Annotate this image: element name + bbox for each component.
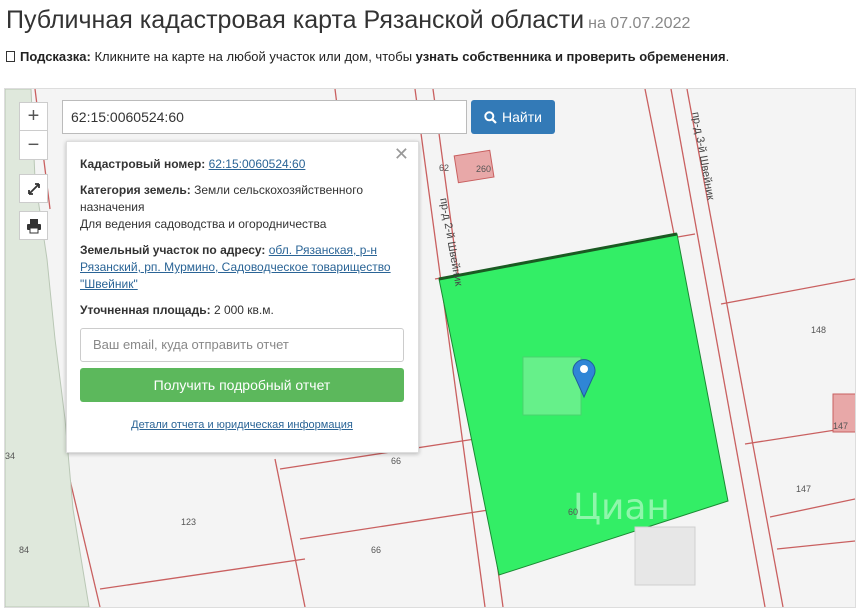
land-category-row: Категория земель: Земли сельскохозяйстве… [80, 183, 364, 231]
plot-number: 260 [476, 164, 492, 174]
email-input[interactable]: Ваш email, куда отправить отчет [80, 328, 404, 362]
address-row: Земельный участок по адресу: обл. Рязанс… [80, 243, 391, 291]
find-button[interactable]: Найти [471, 100, 555, 134]
expand-icon [27, 182, 40, 195]
search-icon [484, 110, 497, 124]
get-report-button[interactable]: Получить подробный отчет [80, 368, 404, 402]
cadastral-number-row: Кадастровый номер: 62:15:0060524:60 [80, 157, 306, 171]
plot-number: 123 [181, 517, 197, 527]
plot-number: 147 [833, 421, 849, 431]
printer-icon [26, 218, 41, 233]
plot-number: 84 [19, 545, 30, 555]
close-icon[interactable]: ✕ [394, 145, 409, 163]
report-details-link-row: Детали отчета и юридическая информация [80, 417, 404, 434]
fullscreen-button[interactable] [19, 174, 48, 203]
watermark-text: Циан [573, 487, 670, 528]
plot-number: 66 [391, 456, 402, 466]
find-button-label: Найти [502, 109, 542, 125]
cadastral-number-link[interactable]: 62:15:0060524:60 [209, 157, 306, 171]
plot-number: 66 [371, 545, 382, 555]
parcel-info-popup: ✕ Кадастровый номер: 62:15:0060524:60 Ка… [66, 141, 419, 453]
plot-number: 34 [5, 451, 16, 461]
zoom-in-button[interactable]: + [19, 102, 48, 131]
plot-number: 148 [811, 325, 827, 335]
report-details-link[interactable]: Детали отчета и юридическая информация [131, 419, 353, 431]
plot-number: 60 [568, 507, 579, 517]
zoom-out-button[interactable]: − [19, 131, 48, 160]
cadastral-map[interactable]: Циан 62 260 148 147 147 66 123 66 60 84 … [4, 88, 856, 608]
date-label: на 07.07.2022 [588, 15, 691, 32]
print-button[interactable] [19, 211, 48, 240]
hint-line: Подсказка: Кликните на карте на любой уч… [6, 49, 729, 64]
hint-checkbox-icon [6, 51, 15, 62]
land-usage: Для ведения садоводства и огородничества [80, 217, 327, 231]
cadastral-search-input[interactable]: 62:15:0060524:60 [62, 100, 467, 134]
plot-number: 147 [796, 484, 812, 494]
page-title: Публичная кадастровая карта Рязанской об… [6, 6, 691, 34]
area-row: Уточненная площадь: 2 000 кв.м. [80, 303, 274, 317]
plot-number: 62 [439, 163, 450, 173]
